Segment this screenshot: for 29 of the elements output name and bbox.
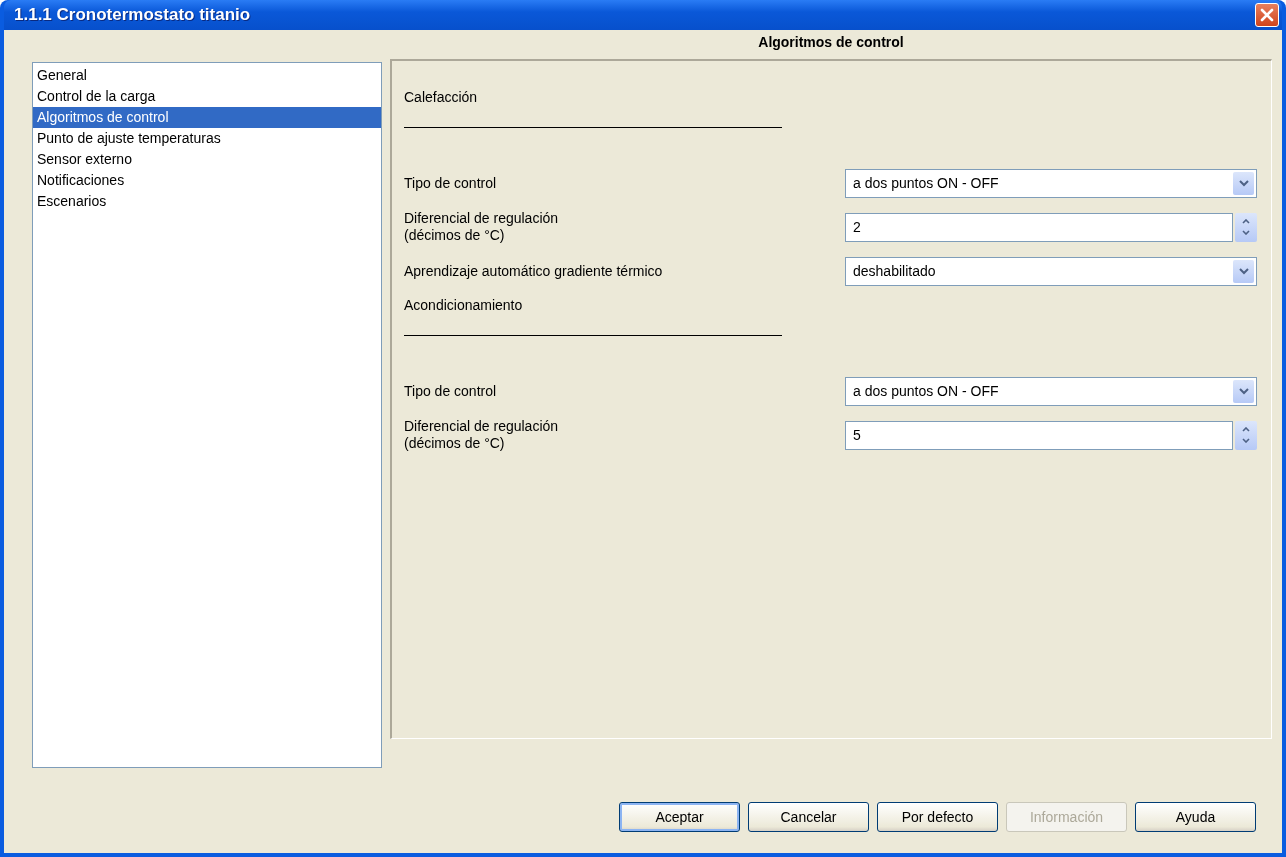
section-heading: Calefacción	[404, 87, 782, 128]
field-label: Diferencial de regulación (décimos de °C)	[404, 418, 559, 452]
section-heading: Acondicionamiento	[404, 295, 782, 336]
field-label: Aprendizaje automático gradiente térmico	[404, 262, 663, 280]
dropdown-field[interactable]: deshabilitado	[845, 256, 1257, 286]
field-label: Tipo de control	[404, 382, 497, 400]
dropdown-field[interactable]: a dos puntos ON - OFF	[845, 168, 1257, 198]
field-label: Diferencial de regulación (décimos de °C)	[404, 210, 559, 244]
sidebar-item[interactable]: Notificaciones	[33, 170, 381, 191]
sidebar-item[interactable]: Control de la carga	[33, 86, 381, 107]
close-button[interactable]	[1255, 3, 1279, 27]
window-title: 1.1.1 Cronotermostato titanio	[14, 5, 251, 25]
field-label: Tipo de control	[404, 174, 497, 192]
dialog-button[interactable]: Aceptar	[619, 802, 740, 832]
number-field[interactable]: 5	[845, 420, 1233, 450]
dialog-button[interactable]: Cancelar	[748, 802, 869, 832]
number-field[interactable]: 2	[845, 212, 1233, 242]
spinner-buttons[interactable]	[1235, 420, 1257, 450]
sidebar-item[interactable]: Sensor externo	[33, 149, 381, 170]
sidebar-item[interactable]: Algoritmos de control	[33, 107, 381, 128]
close-icon	[1260, 8, 1274, 22]
sidebar-item[interactable]: Escenarios	[33, 191, 381, 212]
sidebar-item[interactable]: General	[33, 65, 381, 86]
dialog-button[interactable]: Por defecto	[877, 802, 998, 832]
dropdown-field[interactable]: a dos puntos ON - OFF	[845, 376, 1257, 406]
dialog-button[interactable]: Ayuda	[1135, 802, 1256, 832]
spinner-buttons[interactable]	[1235, 212, 1257, 242]
panel-title: Algoritmos de control	[757, 33, 905, 52]
sidebar-item[interactable]: Punto de ajuste temperaturas	[33, 128, 381, 149]
